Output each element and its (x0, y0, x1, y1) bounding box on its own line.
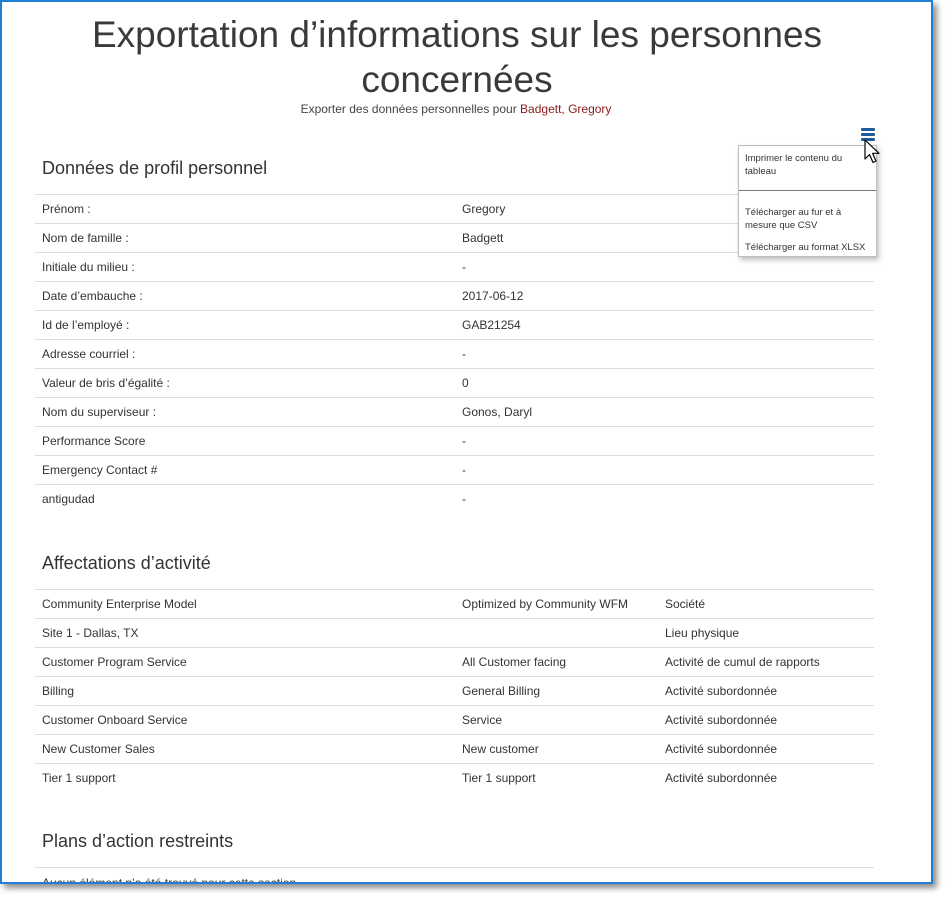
profile-row: Performance Score - (35, 426, 874, 456)
activity-name: Site 1 - Dallas, TX (35, 618, 455, 648)
activity-row: Customer Program Service All Customer fac… (35, 647, 874, 677)
activity-type: Activité subordonnée (658, 705, 874, 735)
profile-field-value: 0 (455, 368, 874, 398)
profile-field-value: - (455, 455, 874, 485)
activity-row: Billing General Billing Activité subordonn… (35, 676, 874, 706)
activity-row: Community Enterprise Model Optimized by C… (35, 589, 874, 619)
profile-field-label: antigudad (35, 484, 455, 513)
profile-field-label: Prénom : (35, 194, 455, 224)
activity-detail: Optimized by Community WFM (455, 589, 658, 619)
activity-type: Activité subordonnée (658, 763, 874, 792)
profile-field-label: Initiale du milieu : (35, 252, 455, 282)
export-window: Exportation d’informations sur les perso… (0, 0, 933, 884)
empty-message: Aucun élément n’a été trouvé pour cette … (35, 867, 874, 882)
profile-field-value: GAB21254 (455, 310, 874, 340)
activity-type: Lieu physique (658, 618, 874, 648)
profile-row: antigudad - (35, 484, 874, 513)
menu-item-download-xlsx[interactable]: Télécharger au format XLSX (745, 241, 871, 254)
subtitle-person-name: Badgett, Gregory (520, 102, 612, 116)
profile-field-value: 2017-06-12 (455, 281, 874, 311)
activity-type: Société (658, 589, 874, 619)
activity-type: Activité subordonnée (658, 676, 874, 706)
activity-detail: Service (455, 705, 658, 735)
activity-row: Customer Onboard Service Service Activité … (35, 705, 874, 735)
activity-detail: General Billing (455, 676, 658, 706)
profile-field-label: Performance Score (35, 426, 455, 456)
activity-row: Site 1 - Dallas, TX Lieu physique (35, 618, 874, 648)
subtitle-prefix: Exporter des données personnelles pour (300, 102, 521, 116)
activity-name: New Customer Sales (35, 734, 455, 764)
activity-type: Activité subordonnée (658, 734, 874, 764)
profile-field-label: Adresse courriel : (35, 339, 455, 369)
activities-table: Community Enterprise Model Optimized by C… (35, 589, 874, 792)
profile-row: Valeur de bris d’égalité :0 (35, 368, 874, 398)
profile-field-label: Date d’embauche : (35, 281, 455, 311)
menu-item-download-csv[interactable]: Télécharger au fur et à mesure que CSV (745, 206, 871, 232)
profile-section-title: Données de profil personnel (42, 158, 268, 178)
profile-field-value: Gonos, Daryl (455, 397, 874, 427)
profile-row: Nom du superviseur : Gonos, Daryl (35, 397, 874, 427)
profile-row: Id de l’employé : GAB21254 (35, 310, 874, 340)
menu-separator (739, 190, 876, 191)
profile-row: Emergency Contact # - (35, 455, 874, 485)
activity-detail: New customer (455, 734, 658, 764)
profile-field-value: - (455, 426, 874, 456)
profile-field-label: Id de l’employé : (35, 310, 455, 340)
activities-section-title: Affectations d’activité (42, 553, 211, 573)
activity-row: New Customer Sales New customer Activité s… (35, 734, 874, 764)
profile-field-label: Nom de famille : (35, 223, 455, 253)
mouse-pointer-icon (864, 139, 880, 164)
profile-field-label: Nom du superviseur : (35, 397, 455, 427)
activity-row: Tier 1 support Tier 1 support Activité sub… (35, 763, 874, 792)
profile-field-label: Emergency Contact # (35, 455, 455, 485)
activity-detail: All Customer facing (455, 647, 658, 677)
activity-detail: Tier 1 support (455, 763, 658, 792)
menu-item-print-table[interactable]: Imprimer le contenu du tableau (745, 152, 871, 178)
profile-field-value: - (455, 339, 874, 369)
export-dropdown-menu: Imprimer le contenu du tableau Télécharg… (738, 145, 877, 257)
page-subtitle: Exporter des données personnelles pour B… (2, 102, 910, 116)
profile-field-value: - (455, 484, 874, 513)
profile-row: Date d’embauche :2017-06-12 (35, 281, 874, 311)
page-title: Exportation d’informations sur les perso… (91, 14, 823, 100)
profile-row: Adresse courriel :- (35, 339, 874, 369)
activity-name: Customer Onboard Service (35, 705, 455, 735)
activity-name: Community Enterprise Model (35, 589, 455, 619)
profile-field-label: Valeur de bris d’égalité : (35, 368, 455, 398)
restricted-section-title: Plans d’action restreints (42, 831, 234, 851)
activity-name: Billing (35, 676, 455, 706)
activity-name: Customer Program Service (35, 647, 455, 677)
activity-type: Activité de cumul de rapports (658, 647, 874, 677)
activity-name: Tier 1 support (35, 763, 455, 792)
activity-detail (455, 618, 658, 648)
